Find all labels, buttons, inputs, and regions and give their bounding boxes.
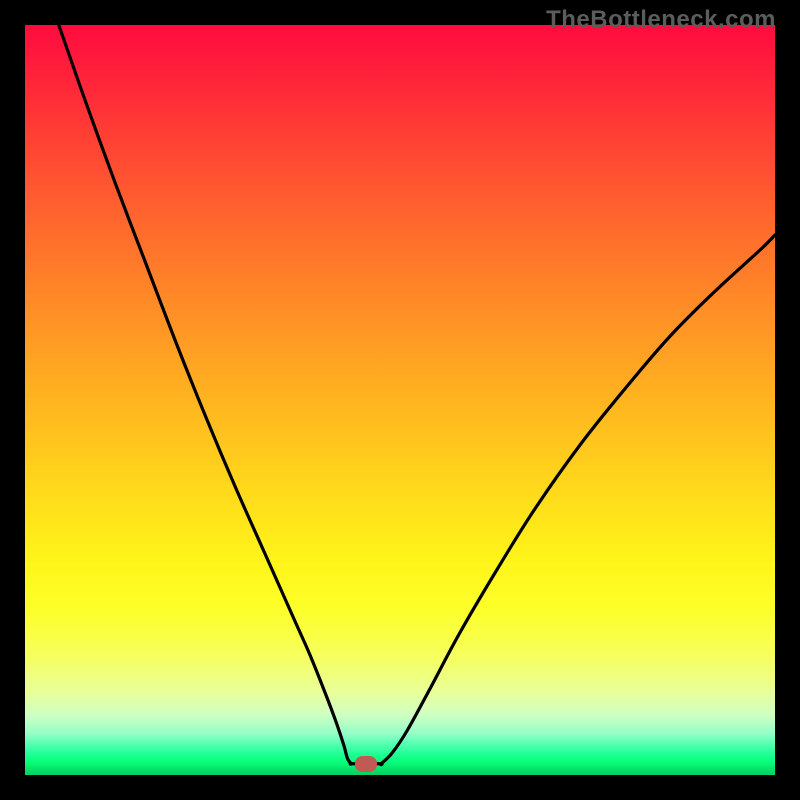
- bottleneck-curve: [59, 25, 775, 765]
- highlight-marker: [355, 756, 377, 772]
- plot-area: [25, 25, 775, 775]
- chart-frame: TheBottleneck.com: [0, 0, 800, 800]
- curve-layer: [25, 25, 775, 775]
- watermark-text: TheBottleneck.com: [546, 6, 776, 34]
